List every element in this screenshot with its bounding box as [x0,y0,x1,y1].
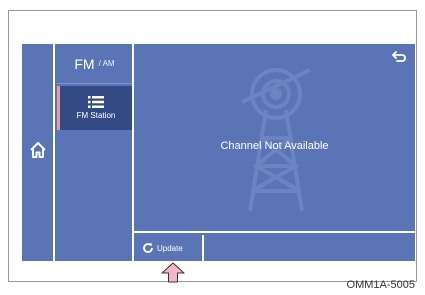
home-icon [30,142,46,158]
band-tab[interactable]: FM / AM [57,44,132,84]
home-column [22,44,55,261]
band-sub-label: / AM [98,59,115,68]
audio-screen: FM / AM FM Station Channel Not Available… [22,44,415,261]
home-button[interactable] [28,140,48,160]
update-button[interactable]: Update [134,235,204,261]
source-nav: FM / AM FM Station [57,44,134,261]
update-label: Update [157,243,183,253]
refresh-icon [143,243,153,253]
main-display: Channel Not Available [134,44,415,233]
fm-station-label: FM Station [76,111,116,120]
back-arrow-icon [392,51,406,62]
bottom-bar: Update [134,235,415,261]
status-message: Channel Not Available [220,140,329,152]
figure-code: OMM1A-5005 [346,279,415,291]
band-main-label: FM [74,55,95,72]
up-arrow-callout-icon [161,262,185,283]
back-button[interactable] [391,50,407,64]
list-icon [88,96,104,108]
fm-station-button[interactable]: FM Station [57,86,132,130]
